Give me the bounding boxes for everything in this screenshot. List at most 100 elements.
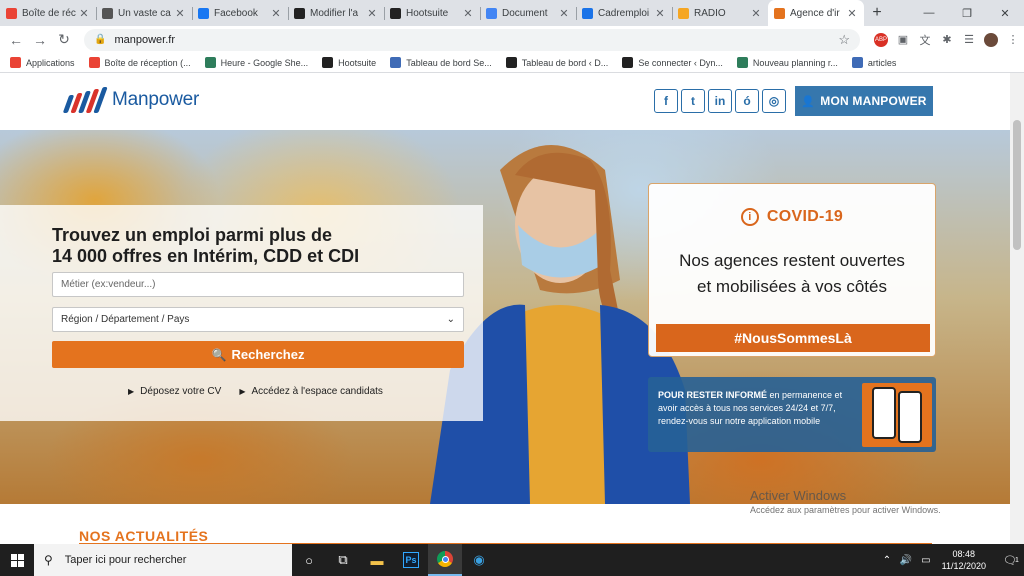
taskbar-search[interactable]: ⚲ Taper ici pour rechercher xyxy=(34,544,292,576)
manpower-logo[interactable]: Manpower xyxy=(62,87,199,113)
apps-grid-icon xyxy=(10,57,21,68)
phone-icon xyxy=(872,387,896,439)
bookmark-item[interactable]: Nouveau planning r... xyxy=(736,57,838,68)
browser-tab[interactable]: Modifier l'a ✕ xyxy=(288,0,384,26)
mobile-app-banner[interactable]: POUR RESTER INFORMÉ en permanence et avo… xyxy=(648,377,936,452)
search-heading: Trouvez un emploi parmi plus de 14 000 o… xyxy=(52,225,412,267)
bookmark-item[interactable]: Boîte de réception (... xyxy=(88,57,191,68)
close-tab-icon[interactable]: ✕ xyxy=(174,7,186,20)
bookmark-item[interactable]: Se connecter ‹ Dyn... xyxy=(622,57,723,68)
extension-puzzle-icon[interactable]: ✱ xyxy=(936,29,958,51)
chrome-icon[interactable] xyxy=(428,544,462,576)
linkedin-icon[interactable]: in xyxy=(708,89,732,113)
photoshop-icon[interactable]: Ps xyxy=(394,544,428,576)
phones-illustration xyxy=(862,383,932,447)
search-icon: 🔍 xyxy=(211,347,227,362)
bookmark-item[interactable]: Heure - Google She... xyxy=(204,57,309,68)
scrollbar-thumb[interactable] xyxy=(1013,120,1021,250)
task-view-icon[interactable]: ⧉ xyxy=(326,544,360,576)
profile-avatar[interactable] xyxy=(980,29,1002,51)
search-button[interactable]: 🔍 Recherchez xyxy=(52,341,464,368)
my-manpower-button[interactable]: 👤 MON MANPOWER xyxy=(795,86,933,116)
new-tab-button[interactable]: + xyxy=(864,0,890,26)
triangle-right-icon: ▶ xyxy=(128,387,135,396)
gmail-icon xyxy=(6,7,17,19)
search-icon: ⚲ xyxy=(44,553,53,567)
browser-tab[interactable]: Un vaste ca ✕ xyxy=(96,0,192,26)
cortana-icon[interactable]: ○ xyxy=(292,544,326,576)
close-tab-icon[interactable]: ✕ xyxy=(654,7,666,20)
file-explorer-icon[interactable]: ▬ xyxy=(360,544,394,576)
browser-tab[interactable]: Agence d'ir ✕ xyxy=(768,0,864,26)
close-tab-icon[interactable]: ✕ xyxy=(270,7,282,20)
covid-heading: i COVID-19 xyxy=(649,208,935,226)
lock-icon: 🔒 xyxy=(94,34,107,45)
close-tab-icon[interactable]: ✕ xyxy=(846,7,858,20)
browser-tab[interactable]: Facebook ✕ xyxy=(192,0,288,26)
search-button-label: Recherchez xyxy=(231,347,305,362)
windows-start-button[interactable] xyxy=(0,544,34,576)
close-tab-icon[interactable]: ✕ xyxy=(78,7,90,20)
manpower-icon xyxy=(774,7,785,19)
page-scrollbar[interactable] xyxy=(1010,73,1024,544)
bookmark-label: Tableau de bord ‹ D... xyxy=(521,57,609,68)
bookmark-item[interactable]: Tableau de bord Se... xyxy=(390,57,492,68)
bookmark-label: Heure - Google She... xyxy=(220,57,309,68)
forward-button[interactable]: → xyxy=(28,28,52,52)
close-tab-icon[interactable]: ✕ xyxy=(750,7,762,20)
browser-tab[interactable]: Document ✕ xyxy=(480,0,576,26)
job-input[interactable]: Métier (ex:vendeur...) xyxy=(52,272,464,297)
hashtag-banner[interactable]: #NousSommesLà xyxy=(656,324,930,352)
tab-strip: Boîte de réc ✕ Un vaste ca ✕ Facebook ✕ Modifi… xyxy=(0,0,1024,26)
d-icon xyxy=(622,57,634,68)
region-select[interactable]: Région / Département / Pays ⌄ xyxy=(52,307,464,332)
bookmark-item[interactable]: articles xyxy=(851,57,896,68)
site-header: Manpower f t in ó ◎ 👤 MON MANPOWER xyxy=(0,73,1010,130)
reading-list-icon[interactable]: ☰ xyxy=(958,29,980,51)
browser-tab[interactable]: Hootsuite ✕ xyxy=(384,0,480,26)
extension-screenshot-icon[interactable]: ▣ xyxy=(892,29,914,51)
social-links: f t in ó ◎ xyxy=(654,89,789,113)
bookmark-item[interactable]: Tableau de bord ‹ D... xyxy=(505,57,609,68)
semrush-icon xyxy=(390,57,402,68)
menu-kebab-icon[interactable]: ⋮ xyxy=(1002,29,1024,51)
browser-tab[interactable]: RADIO ✕ xyxy=(672,0,768,26)
instagram-icon[interactable]: ◎ xyxy=(762,89,786,113)
tray-icons[interactable]: ⌃ 🔊 ▭ xyxy=(883,555,934,566)
taskbar-search-placeholder: Taper ici pour rechercher xyxy=(64,554,187,566)
facebook-icon xyxy=(198,7,209,19)
browser-tab[interactable]: Boîte de réc ✕ xyxy=(0,0,96,26)
bookmark-item[interactable]: Applications xyxy=(10,57,75,68)
covid-message-line1: Nos agences restent ouvertes xyxy=(679,251,905,270)
covid-info-card[interactable]: i COVID-19 Nos agences restent ouvertes … xyxy=(648,183,936,357)
extension-translate-icon[interactable]: 文 xyxy=(914,29,936,51)
bookmark-star-icon[interactable]: ☆ xyxy=(838,32,850,48)
reload-button[interactable]: ↻ xyxy=(52,28,76,52)
url-text: manpower.fr xyxy=(114,33,175,46)
tab-title: Un vaste ca xyxy=(118,7,171,19)
address-bar[interactable]: 🔒 manpower.fr ☆ xyxy=(84,28,860,51)
maximize-button[interactable]: ❐ xyxy=(948,0,986,26)
close-tab-icon[interactable]: ✕ xyxy=(462,7,474,20)
twitter-icon[interactable]: t xyxy=(681,89,705,113)
taskbar-clock[interactable]: 08:48 11/12/2020 xyxy=(942,548,986,572)
close-window-button[interactable]: ✕ xyxy=(986,0,1024,26)
cart-icon xyxy=(102,7,113,19)
close-tab-icon[interactable]: ✕ xyxy=(366,7,378,20)
back-button[interactable]: ← xyxy=(4,28,28,52)
close-tab-icon[interactable]: ✕ xyxy=(558,7,570,20)
bookmark-item[interactable]: Hootsuite xyxy=(322,57,376,68)
facebook-icon[interactable]: f xyxy=(654,89,678,113)
watermark-line2: Accédez aux paramètres pour activer Wind… xyxy=(750,505,941,515)
viadeo-icon[interactable]: ó xyxy=(735,89,759,113)
minimize-button[interactable]: — xyxy=(910,0,948,26)
info-icon: i xyxy=(740,208,759,226)
notification-center-icon[interactable]: 🗨 1 xyxy=(998,544,1024,576)
browser-tab[interactable]: Cadremploi ✕ xyxy=(576,0,672,26)
radio-icon xyxy=(678,7,689,19)
upload-cv-link[interactable]: ▶ Déposez votre CV xyxy=(128,386,221,397)
chevron-down-icon: ⌄ xyxy=(446,314,455,325)
candidate-space-link[interactable]: ▶ Accédez à l'espace candidats xyxy=(239,386,383,397)
edge-icon[interactable]: ◉ xyxy=(462,544,496,576)
extension-abp-icon[interactable]: ABP xyxy=(870,29,892,51)
